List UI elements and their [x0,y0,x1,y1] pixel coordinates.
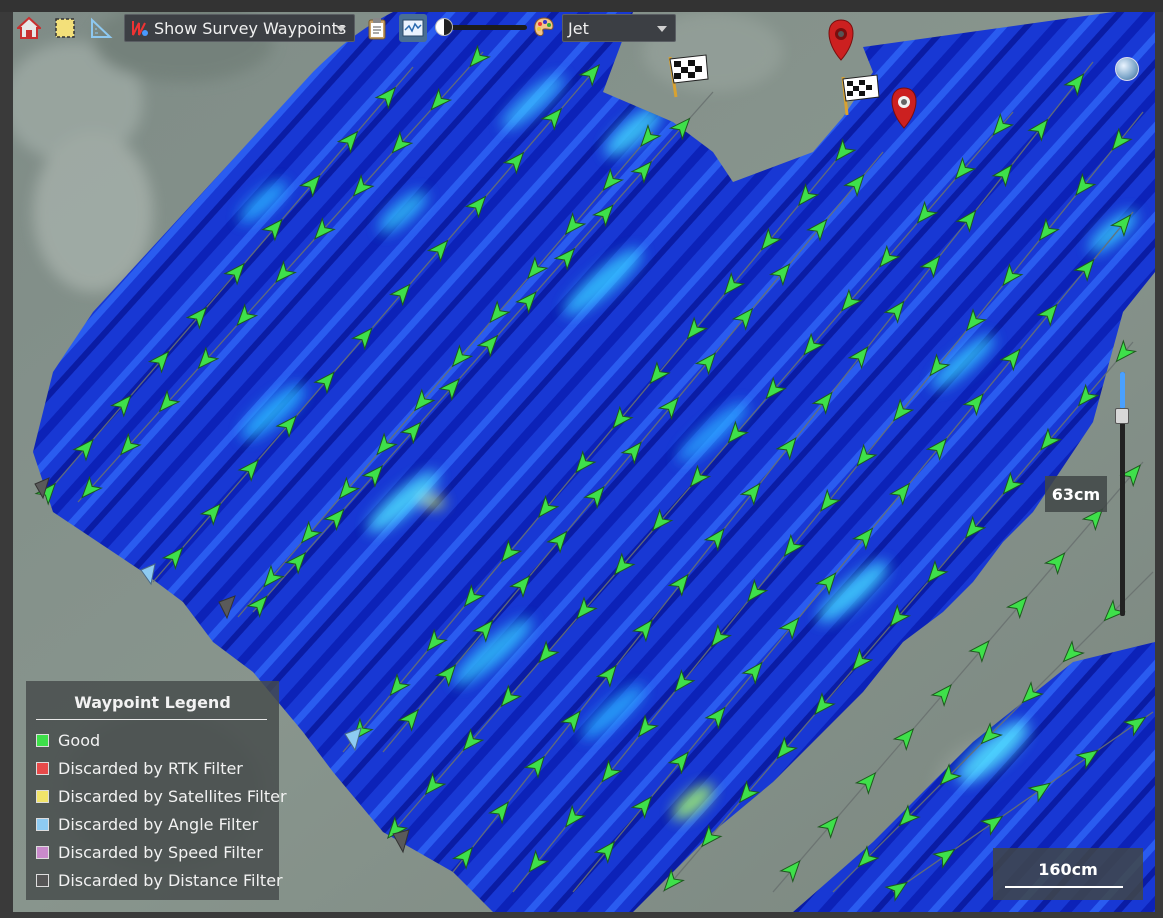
scale-bar [1005,886,1123,888]
legend-item-speed: Discarded by Speed Filter [36,841,263,863]
legend-divider [36,719,267,720]
survey-display-dropdown-value: Show Survey Waypoints [154,18,347,38]
zoom-slider-fill [1120,372,1125,409]
palette-icon [534,17,554,37]
legend-item-label: Discarded by Angle Filter [58,814,259,834]
measure-icon [91,17,113,38]
legend-item-satellites: Discarded by Satellites Filter [36,785,287,807]
right-panel-edge [1155,0,1163,918]
left-panel-edge [0,0,13,918]
map-scale: 160cm [993,848,1143,900]
waypoints-icon [132,21,148,36]
legend-item-label: Good [58,730,101,750]
opacity-slider-track[interactable] [445,25,527,30]
home-icon [17,16,41,39]
waypoint-legend: Waypoint Legend Good Discarded by RTK Fi… [26,681,287,900]
legend-swatch-distance [36,873,49,887]
legend-swatch-satellites [36,789,49,803]
clipboard-icon [368,18,386,40]
legend-item-label: Discarded by Distance Filter [58,870,283,890]
legend-title: Waypoint Legend [74,693,231,712]
home-button[interactable] [15,14,43,42]
map-toolbar: Show Survey Waypoints Jet [13,12,683,44]
clipboard-button[interactable] [363,14,391,42]
measure-button[interactable] [87,14,115,42]
legend-swatch-speed [36,845,49,859]
globe-icon[interactable] [1115,57,1139,81]
colormap-dropdown[interactable]: Jet [562,14,676,42]
palette-button[interactable] [530,14,558,42]
top-panel-edge [0,0,1163,12]
legend-swatch-good [36,733,49,747]
legend-item-angle: Discarded by Angle Filter [36,813,258,835]
contrast-icon[interactable] [435,18,453,36]
legend-item-label: Discarded by RTK Filter [58,758,243,778]
colormap-dropdown-value: Jet [568,18,589,38]
chevron-down-icon [657,26,667,32]
legend-item-rtk: Discarded by RTK Filter [36,757,243,779]
zoom-slider-handle[interactable] [1115,408,1129,424]
survey-display-dropdown[interactable]: Show Survey Waypoints [124,14,355,42]
select-region-icon [55,18,75,38]
legend-item-label: Discarded by Speed Filter [58,842,263,862]
scale-label: 160cm [1038,860,1098,879]
select-region-button[interactable] [51,14,79,42]
legend-item-label: Discarded by Satellites Filter [58,786,287,806]
bottom-panel-edge [0,912,1163,918]
legend-item-distance: Discarded by Distance Filter [36,869,283,891]
legend-item-good: Good [36,729,100,751]
zoom-resolution-label: 63cm [1045,476,1107,512]
chart-icon [402,19,424,37]
legend-swatch-rtk [36,761,49,775]
chevron-down-icon [336,26,346,32]
chart-view-button[interactable] [399,14,427,42]
legend-swatch-angle [36,817,49,831]
